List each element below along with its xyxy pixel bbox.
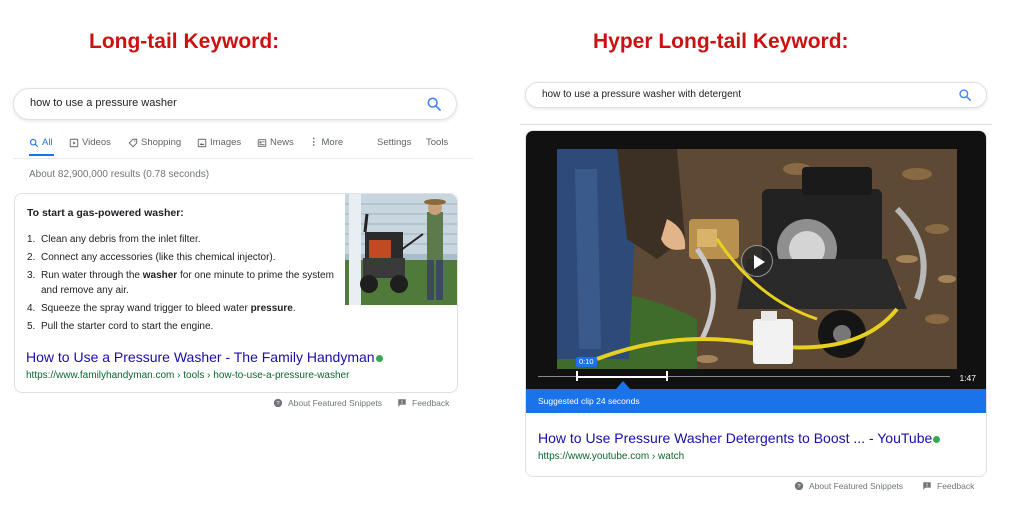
search-icon[interactable] <box>958 88 972 102</box>
tab-settings[interactable]: Settings <box>377 137 411 148</box>
snippet-thumbnail[interactable] <box>345 194 457 305</box>
list-item: 2. Connect any accessories (like this che… <box>27 250 337 265</box>
tab-shopping[interactable]: Shopping <box>128 137 181 148</box>
left-about-snippets[interactable]: ? About Featured Snippets <box>273 398 382 408</box>
search-tabs: All Videos Shopping Images News ⋮ More S… <box>29 137 448 159</box>
step-text-part: Squeeze the spray wand trigger to bleed … <box>41 303 251 314</box>
image-icon <box>197 138 207 147</box>
feedback-flag-icon <box>923 482 931 490</box>
tab-tools[interactable]: Tools <box>426 137 448 148</box>
step-number: 4. <box>27 303 36 314</box>
snippet-title-suffix: : <box>180 207 184 219</box>
clip-start-handle[interactable] <box>576 371 578 381</box>
snippet-title-text: To start a gas-powered <box>27 207 145 219</box>
snippet-steps: 1. Clean any debris from the inlet filter… <box>27 232 337 337</box>
active-tab-indicator <box>29 154 54 156</box>
search-query[interactable]: how to use a pressure washer with deterg… <box>542 89 741 100</box>
list-item: 4. Squeeze the spray wand trigger to blee… <box>27 301 337 316</box>
video-duration: 1:47 <box>959 373 976 383</box>
clip-range-bar <box>576 376 668 378</box>
step-text: Pull the starter cord to start the engin… <box>41 321 214 332</box>
result-link-text[interactable]: How to Use Pressure Washer Detergents to… <box>538 430 932 446</box>
help-circle-icon: ? <box>273 398 283 408</box>
result-stats: About 82,900,000 results (0.78 seconds) <box>29 169 210 180</box>
tab-label: News <box>270 137 294 148</box>
hyper-long-tail-heading: Hyper Long-tail Keyword: <box>593 30 849 53</box>
video-result-link[interactable]: How to Use Pressure Washer Detergents to… <box>538 430 941 446</box>
tab-label: Shopping <box>141 137 182 148</box>
step-text-bold: pressure <box>250 303 293 314</box>
step-text-part: Run water through the <box>41 270 143 281</box>
right-feedback[interactable]: Feedback <box>922 481 974 491</box>
tab-label: Videos <box>82 137 111 148</box>
tab-all[interactable]: All <box>29 137 53 148</box>
clip-selection-range[interactable] <box>576 371 668 381</box>
about-snippets-label: About Featured Snippets <box>809 481 904 491</box>
tab-label: Settings <box>377 137 412 148</box>
verified-dot-icon <box>375 354 383 362</box>
result-link-text[interactable]: How to Use a Pressure Washer - The Famil… <box>26 349 375 365</box>
clip-end-handle[interactable] <box>666 371 668 381</box>
step-number: 2. <box>27 252 36 263</box>
more-vert-icon: ⋮ <box>309 137 319 148</box>
snippet-result-link[interactable]: How to Use a Pressure Washer - The Famil… <box>26 349 383 365</box>
search-icon[interactable] <box>426 96 442 112</box>
verified-dot-icon <box>933 435 941 443</box>
search-icon <box>29 138 39 147</box>
step-text: Connect any accessories (like this chemi… <box>41 252 276 263</box>
right-search-box[interactable]: how to use a pressure washer with deterg… <box>525 82 987 108</box>
tab-more[interactable]: ⋮ More <box>309 137 343 148</box>
tab-label: Tools <box>426 137 449 148</box>
snippet-result-url[interactable]: https://www.familyhandyman.com › tools ›… <box>26 370 349 381</box>
clip-current-time: 0:10 <box>576 357 597 367</box>
about-snippets-label: About Featured Snippets <box>288 398 383 408</box>
video-result-url[interactable]: https://www.youtube.com › watch <box>538 451 684 462</box>
left-feedback[interactable]: Feedback <box>397 398 449 408</box>
step-text-bold: washer <box>142 270 178 281</box>
tab-label: More <box>321 137 344 148</box>
list-item: 5. Pull the starter cord to start the eng… <box>27 319 337 334</box>
pressure-washer-photo <box>345 194 457 305</box>
long-tail-heading: Long-tail Keyword: <box>89 30 280 53</box>
featured-snippet-card: To start a gas-powered washer: 1. Clean a… <box>14 193 458 393</box>
step-number: 5. <box>27 321 36 332</box>
snippet-title: To start a gas-powered washer: <box>27 207 184 219</box>
suggested-clip-banner: Suggested clip 24 seconds <box>526 389 986 413</box>
step-text: Squeeze the spray wand trigger to bleed … <box>41 301 296 316</box>
newspaper-icon <box>257 138 267 147</box>
tab-label: Images <box>210 137 242 148</box>
list-item: 1. Clean any debris from the inlet filter… <box>27 232 337 247</box>
search-query[interactable]: how to use a pressure washer <box>30 97 177 109</box>
suggested-clip-caret <box>616 381 630 389</box>
tab-news[interactable]: News <box>257 137 294 148</box>
tab-images[interactable]: Images <box>197 137 241 148</box>
step-text: Run water through the washer for one min… <box>41 268 337 298</box>
right-about-snippets[interactable]: ? About Featured Snippets <box>794 481 903 491</box>
snippet-title-bold: washer <box>144 207 181 219</box>
tag-icon <box>128 138 138 147</box>
tab-label: All <box>42 137 53 148</box>
right-divider <box>520 124 992 125</box>
step-text: Clean any debris from the inlet filter. <box>41 234 201 245</box>
tabs-divider <box>13 158 473 159</box>
help-circle-icon: ? <box>794 481 804 491</box>
video-player[interactable]: 0:10 1:47 <box>526 131 986 389</box>
left-search-box[interactable]: how to use a pressure washer <box>13 88 457 120</box>
step-number: 3. <box>27 270 36 281</box>
step-number: 1. <box>27 234 36 245</box>
tab-videos[interactable]: Videos <box>69 137 111 148</box>
list-item: 3. Run water through the washer for one m… <box>27 268 337 298</box>
play-button-icon[interactable] <box>741 245 773 277</box>
feedback-label: Feedback <box>412 398 450 408</box>
feedback-flag-icon <box>398 399 406 407</box>
feedback-label: Feedback <box>937 481 975 491</box>
video-snippet-card: 0:10 1:47 Suggested clip 24 seconds How … <box>525 130 987 477</box>
step-text-part: . <box>292 303 296 314</box>
play-box-icon <box>69 138 79 147</box>
